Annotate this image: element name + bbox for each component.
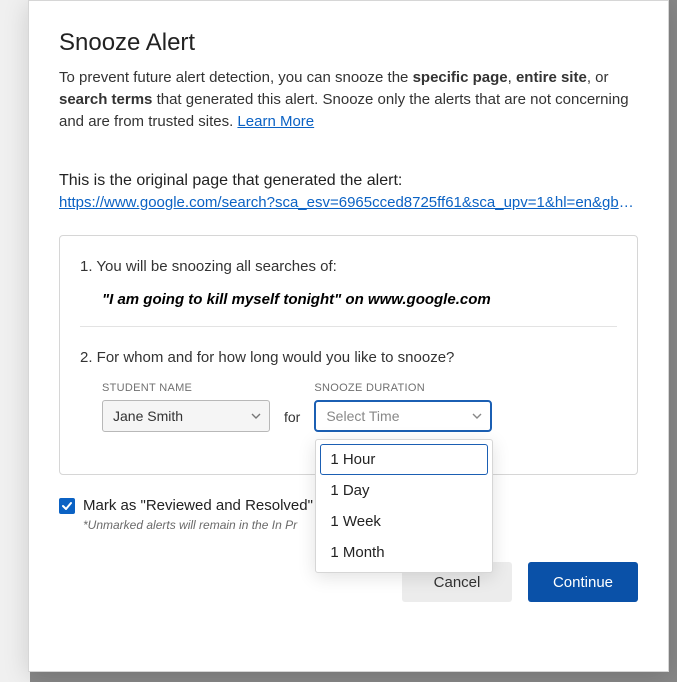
modal-title: Snooze Alert <box>59 29 638 57</box>
chevron-down-icon <box>251 411 261 421</box>
snooze-form-row: STUDENT NAME Jane Smith for SNOOZE DURAT… <box>102 382 617 432</box>
search-query-line: "I am going to kill myself tonight" on w… <box>102 291 617 308</box>
student-name-value: Jane Smith <box>113 408 183 424</box>
query-on: " on <box>334 291 368 308</box>
intro-bold-page: specific page <box>413 69 508 86</box>
intro-text: To prevent future alert detection, you c… <box>59 67 638 132</box>
student-name-select[interactable]: Jane Smith <box>102 400 270 432</box>
checkmark-icon <box>61 500 73 512</box>
continue-button[interactable]: Continue <box>528 562 638 602</box>
student-name-label: STUDENT NAME <box>102 382 270 394</box>
snooze-alert-modal: Snooze Alert To prevent future alert det… <box>28 0 669 672</box>
step2-label: 2. For whom and for how long would you l… <box>80 349 617 366</box>
intro-pre: To prevent future alert detection, you c… <box>59 69 413 86</box>
snooze-duration-field: SNOOZE DURATION Select Time <box>314 382 492 432</box>
close-button[interactable] <box>632 13 654 35</box>
original-page-link[interactable]: https://www.google.com/search?sca_esv=69… <box>59 194 638 211</box>
for-label: for <box>284 409 300 432</box>
intro-sep2: , or <box>587 69 609 86</box>
mark-resolved-checkbox[interactable] <box>59 498 75 514</box>
snooze-duration-placeholder: Select Time <box>326 408 399 424</box>
learn-more-link[interactable]: Learn More <box>237 113 314 130</box>
duration-option-1day[interactable]: 1 Day <box>320 475 488 506</box>
original-page-label: This is the original page that generated… <box>59 172 638 190</box>
step1-label: 1. You will be snoozing all searches of: <box>80 258 617 275</box>
mark-resolved-label: Mark as "Reviewed and Resolved" <box>83 497 313 514</box>
duration-option-1week[interactable]: 1 Week <box>320 506 488 537</box>
query-text: I am going to kill myself tonight <box>109 291 334 308</box>
duration-option-1hour[interactable]: 1 Hour <box>320 444 488 475</box>
student-name-field: STUDENT NAME Jane Smith <box>102 382 270 432</box>
snooze-duration-select[interactable]: Select Time <box>314 400 492 432</box>
panel-divider <box>80 326 617 327</box>
query-site: www.google.com <box>368 291 491 308</box>
intro-sep1: , <box>508 69 516 86</box>
chevron-down-icon <box>472 411 482 421</box>
background-sidebar <box>0 0 30 682</box>
intro-bold-site: entire site <box>516 69 587 86</box>
snooze-duration-label: SNOOZE DURATION <box>314 382 492 394</box>
duration-dropdown: 1 Hour 1 Day 1 Week 1 Month <box>315 439 493 573</box>
duration-option-1month[interactable]: 1 Month <box>320 537 488 568</box>
intro-bold-terms: search terms <box>59 91 152 108</box>
